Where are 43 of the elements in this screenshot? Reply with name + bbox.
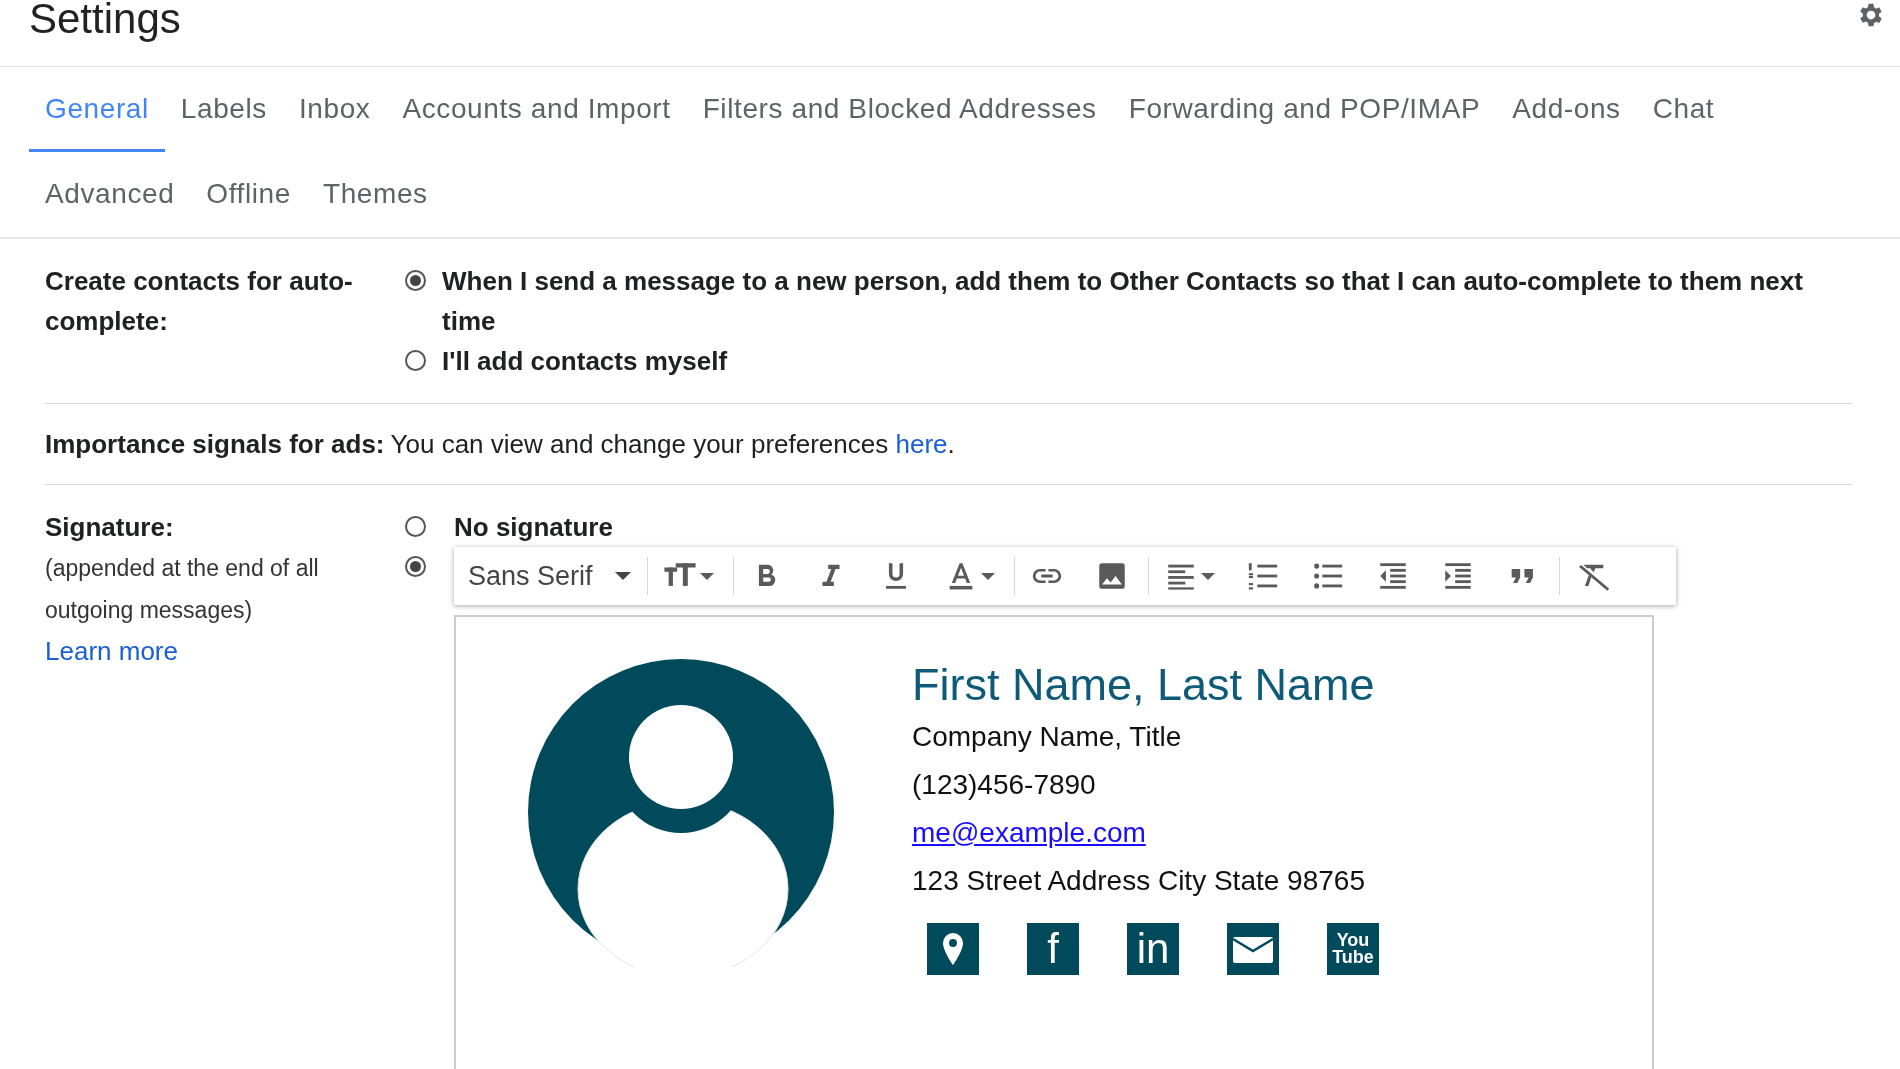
caret-icon	[614, 572, 631, 580]
learn-more-link[interactable]: Learn more	[45, 636, 178, 666]
preferences-link[interactable]: here	[895, 429, 948, 459]
setting-note: (appended at the end of all outgoing messages)	[45, 554, 320, 625]
caret-icon	[1200, 572, 1215, 580]
option-label: When I send a message to a new person, add them to Other Contacts so that I can auto-complete to them next time	[442, 265, 1804, 338]
signature-address: 123 Street Address City State 98765	[912, 864, 1366, 898]
settings-tab[interactable]: General	[29, 67, 165, 152]
map-pin-icon[interactable]	[927, 923, 979, 975]
settings-tab[interactable]: Forwarding and POP/IMAP	[1112, 67, 1497, 152]
radio-button[interactable]	[405, 270, 426, 291]
letter-logo-icon[interactable]: f	[1027, 923, 1079, 975]
settings-tab[interactable]: Add-ons	[1496, 67, 1637, 152]
radio-button[interactable]	[405, 350, 426, 371]
setting-label: Create contacts for auto-complete:	[45, 265, 354, 338]
radio-button[interactable]	[405, 556, 426, 577]
signature-email-link[interactable]: me@example.com	[912, 809, 1146, 857]
setting-label: Importance signals for ads:	[45, 429, 385, 459]
settings-tab[interactable]: Inbox	[282, 67, 387, 152]
page-title: Settings	[29, 0, 181, 44]
radio-button[interactable]	[405, 516, 426, 537]
video-logo-icon[interactable]: You Tube	[1327, 923, 1379, 975]
setting-label: Signature:	[45, 511, 175, 544]
envelope-icon[interactable]	[1227, 923, 1279, 975]
option-label: No signature	[454, 511, 613, 544]
settings-tab[interactable]: Advanced	[29, 152, 191, 237]
settings-tab[interactable]: Accounts and Import	[386, 67, 687, 152]
font-dropdown[interactable]: Sans Serif	[464, 556, 643, 596]
signature-editor[interactable]: First Name, Last Name Company Name, Title (123)456-7890 me@example.com 123 Street Address City State 98765 f in You Tube	[454, 615, 1654, 1069]
settings-tab[interactable]: Labels	[164, 67, 283, 152]
signature-company: Company Name, Title	[912, 720, 1183, 754]
setting-description: You can view and change your preferences here.	[390, 429, 955, 459]
caret-icon	[980, 572, 995, 580]
caret-icon	[699, 572, 714, 580]
signature-name: First Name, Last Name	[912, 658, 1376, 712]
settings-tab[interactable]: Themes	[306, 152, 444, 237]
option-label: I'll add contacts myself	[442, 345, 728, 378]
signature-phone: (123)456-7890	[912, 768, 1097, 802]
avatar-icon	[526, 657, 836, 967]
letter-logo-icon[interactable]: in	[1127, 923, 1179, 975]
settings-tab[interactable]: Filters and Blocked Addresses	[686, 67, 1113, 152]
settings-tab[interactable]: Offline	[190, 152, 307, 237]
settings-tab[interactable]: Chat	[1636, 67, 1731, 152]
